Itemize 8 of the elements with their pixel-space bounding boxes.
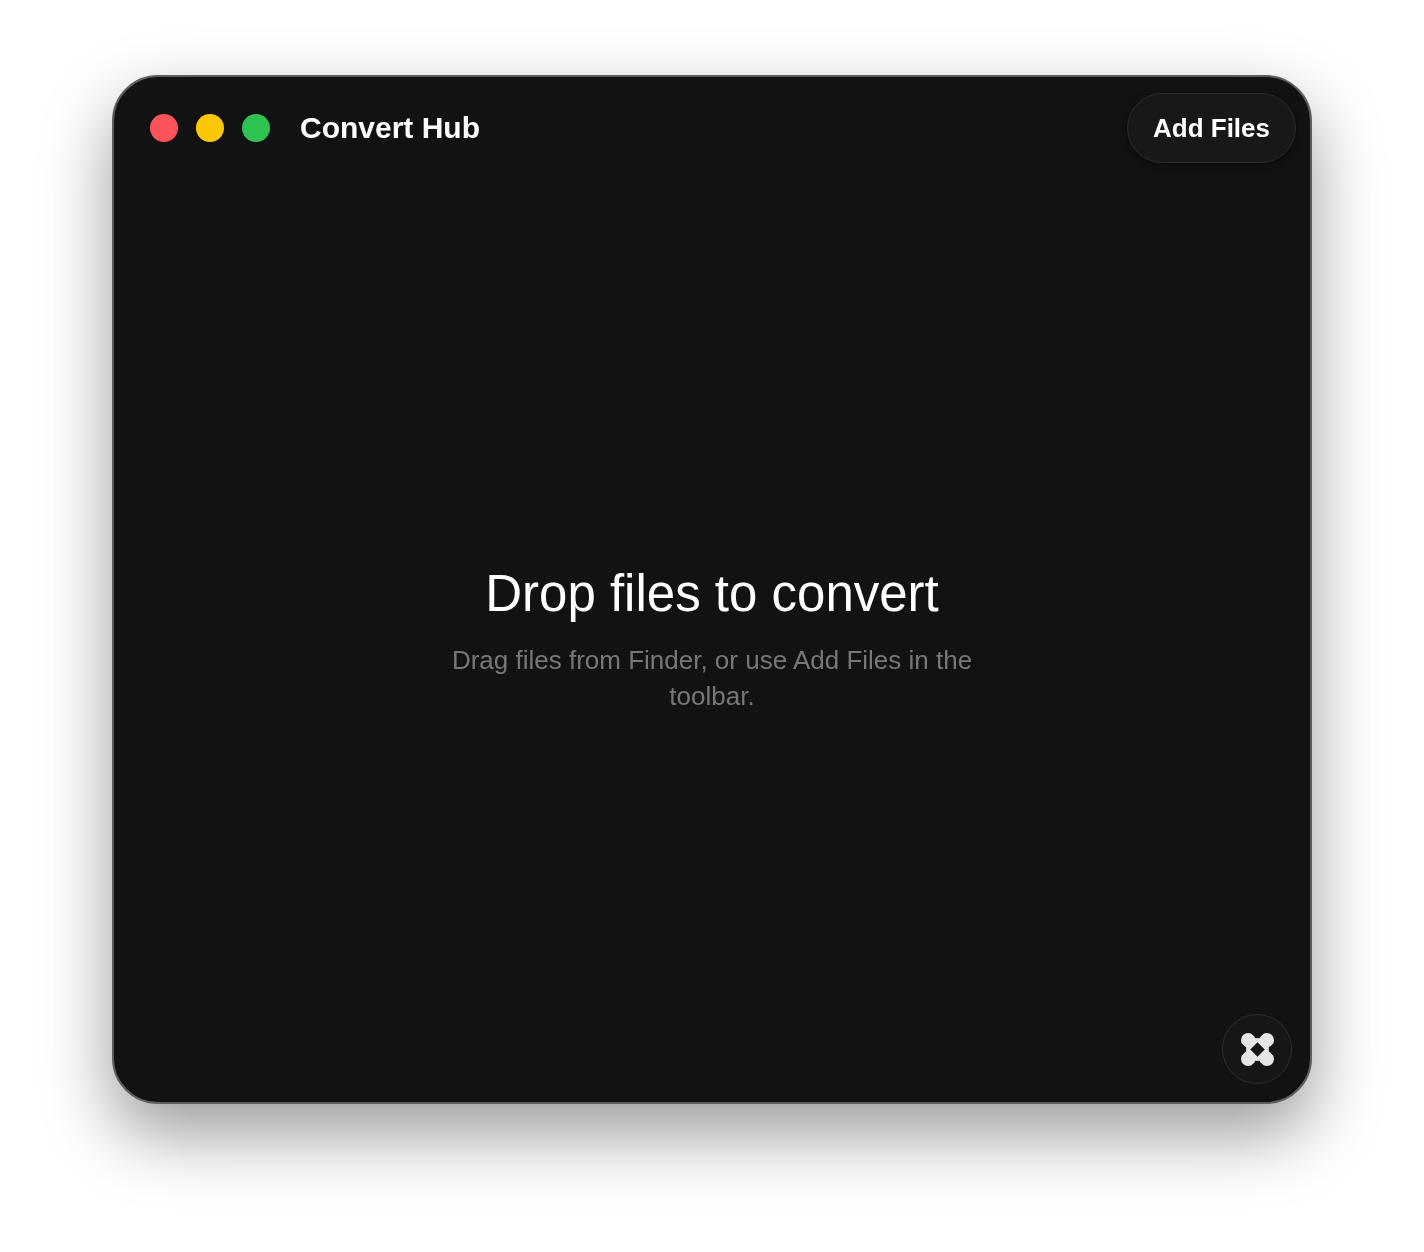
close-button[interactable] xyxy=(150,114,178,142)
clover-icon xyxy=(1240,1032,1274,1066)
empty-state-subtitle: Drag files from Finder, or use Add Files in the toolbar. xyxy=(450,644,974,713)
add-files-button[interactable]: Add Files xyxy=(1127,93,1296,163)
window-title: Convert Hub xyxy=(300,113,480,143)
zoom-button[interactable] xyxy=(242,114,270,142)
minimize-button[interactable] xyxy=(196,114,224,142)
empty-state-title: Drop files to convert xyxy=(485,564,939,624)
